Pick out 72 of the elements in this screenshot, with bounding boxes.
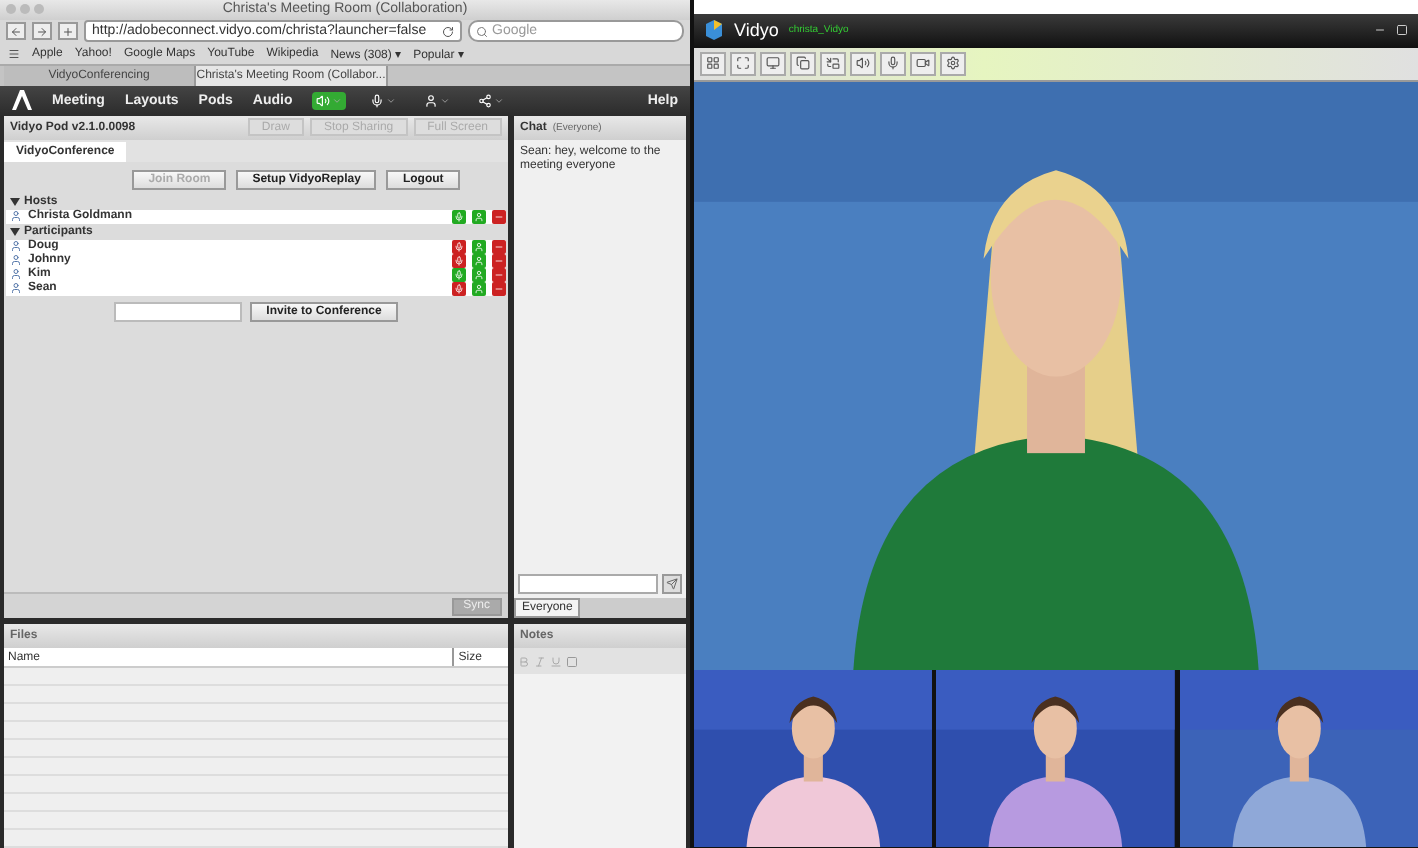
speaker-button[interactable] (312, 91, 347, 110)
grid-icon (706, 56, 720, 71)
minimize-icon (1374, 24, 1386, 37)
mic-icon (454, 255, 464, 266)
bookmarks-icon (8, 47, 20, 60)
forward-icon (36, 25, 48, 38)
person-icon (474, 255, 484, 266)
monitor-icon (766, 56, 780, 71)
send-button[interactable] (662, 574, 682, 595)
underline-icon (550, 655, 562, 668)
speaker-button[interactable] (850, 51, 876, 76)
logo-icon (12, 90, 32, 111)
reload-icon (442, 25, 454, 38)
windows-button[interactable] (790, 51, 816, 76)
remove-button[interactable] (492, 209, 506, 224)
remove-button[interactable] (492, 281, 506, 296)
mic-icon (370, 93, 385, 108)
collapse-triangle-icon[interactable] (10, 227, 20, 236)
settings-button[interactable] (940, 51, 966, 76)
person-icon (424, 93, 439, 108)
plus-icon (62, 25, 74, 38)
mic-icon (886, 56, 900, 71)
settings-icon (946, 56, 960, 71)
mic-indicator[interactable] (452, 253, 466, 268)
maximize-icon (1396, 24, 1408, 37)
collapse-triangle-icon[interactable] (10, 197, 20, 206)
caret-icon (332, 95, 343, 106)
chat-input[interactable] (518, 574, 658, 595)
color-icon (566, 655, 578, 668)
person-icon (474, 269, 484, 280)
caret-icon (386, 95, 397, 106)
add-button[interactable] (58, 22, 78, 41)
bold-icon (518, 655, 530, 668)
windows-icon (796, 56, 810, 71)
forward-button[interactable] (32, 22, 52, 41)
camera-indicator[interactable] (472, 267, 486, 282)
camera-indicator[interactable] (472, 281, 486, 296)
remove-button[interactable] (492, 267, 506, 282)
expand-icon (736, 56, 750, 71)
caret-icon (494, 95, 505, 106)
logo-icon (704, 20, 724, 41)
fullscreen-button[interactable] (730, 51, 756, 76)
camera-indicator[interactable] (472, 209, 486, 224)
camera-button[interactable] (910, 51, 936, 76)
camera-icon (916, 56, 930, 71)
app-name: Vidyo (734, 20, 779, 41)
invite-field[interactable] (114, 301, 243, 322)
pip-icon (826, 56, 840, 71)
remove-button[interactable] (492, 239, 506, 254)
back-button[interactable] (6, 22, 26, 41)
remove-button[interactable] (492, 253, 506, 268)
italic-icon (534, 655, 546, 668)
speaker-icon (316, 93, 331, 108)
monitor-button[interactable] (760, 51, 786, 76)
mic-indicator[interactable] (452, 281, 466, 296)
share-icon (478, 93, 493, 108)
layout-button[interactable] (700, 51, 726, 76)
mic-indicator[interactable] (452, 209, 466, 224)
send-icon (666, 578, 678, 591)
camera-indicator[interactable] (472, 253, 486, 268)
person-icon (10, 210, 22, 223)
search-icon (476, 25, 488, 38)
mic-indicator[interactable] (452, 239, 466, 254)
speaker-icon (856, 56, 870, 71)
back-icon (10, 25, 22, 38)
caret-icon (440, 95, 451, 106)
mic-button[interactable] (880, 51, 906, 76)
camera-indicator[interactable] (472, 239, 486, 254)
mic-icon (454, 269, 464, 280)
mic-indicator[interactable] (452, 267, 466, 282)
remove-icon (494, 211, 504, 222)
selfview-button[interactable] (820, 51, 846, 76)
